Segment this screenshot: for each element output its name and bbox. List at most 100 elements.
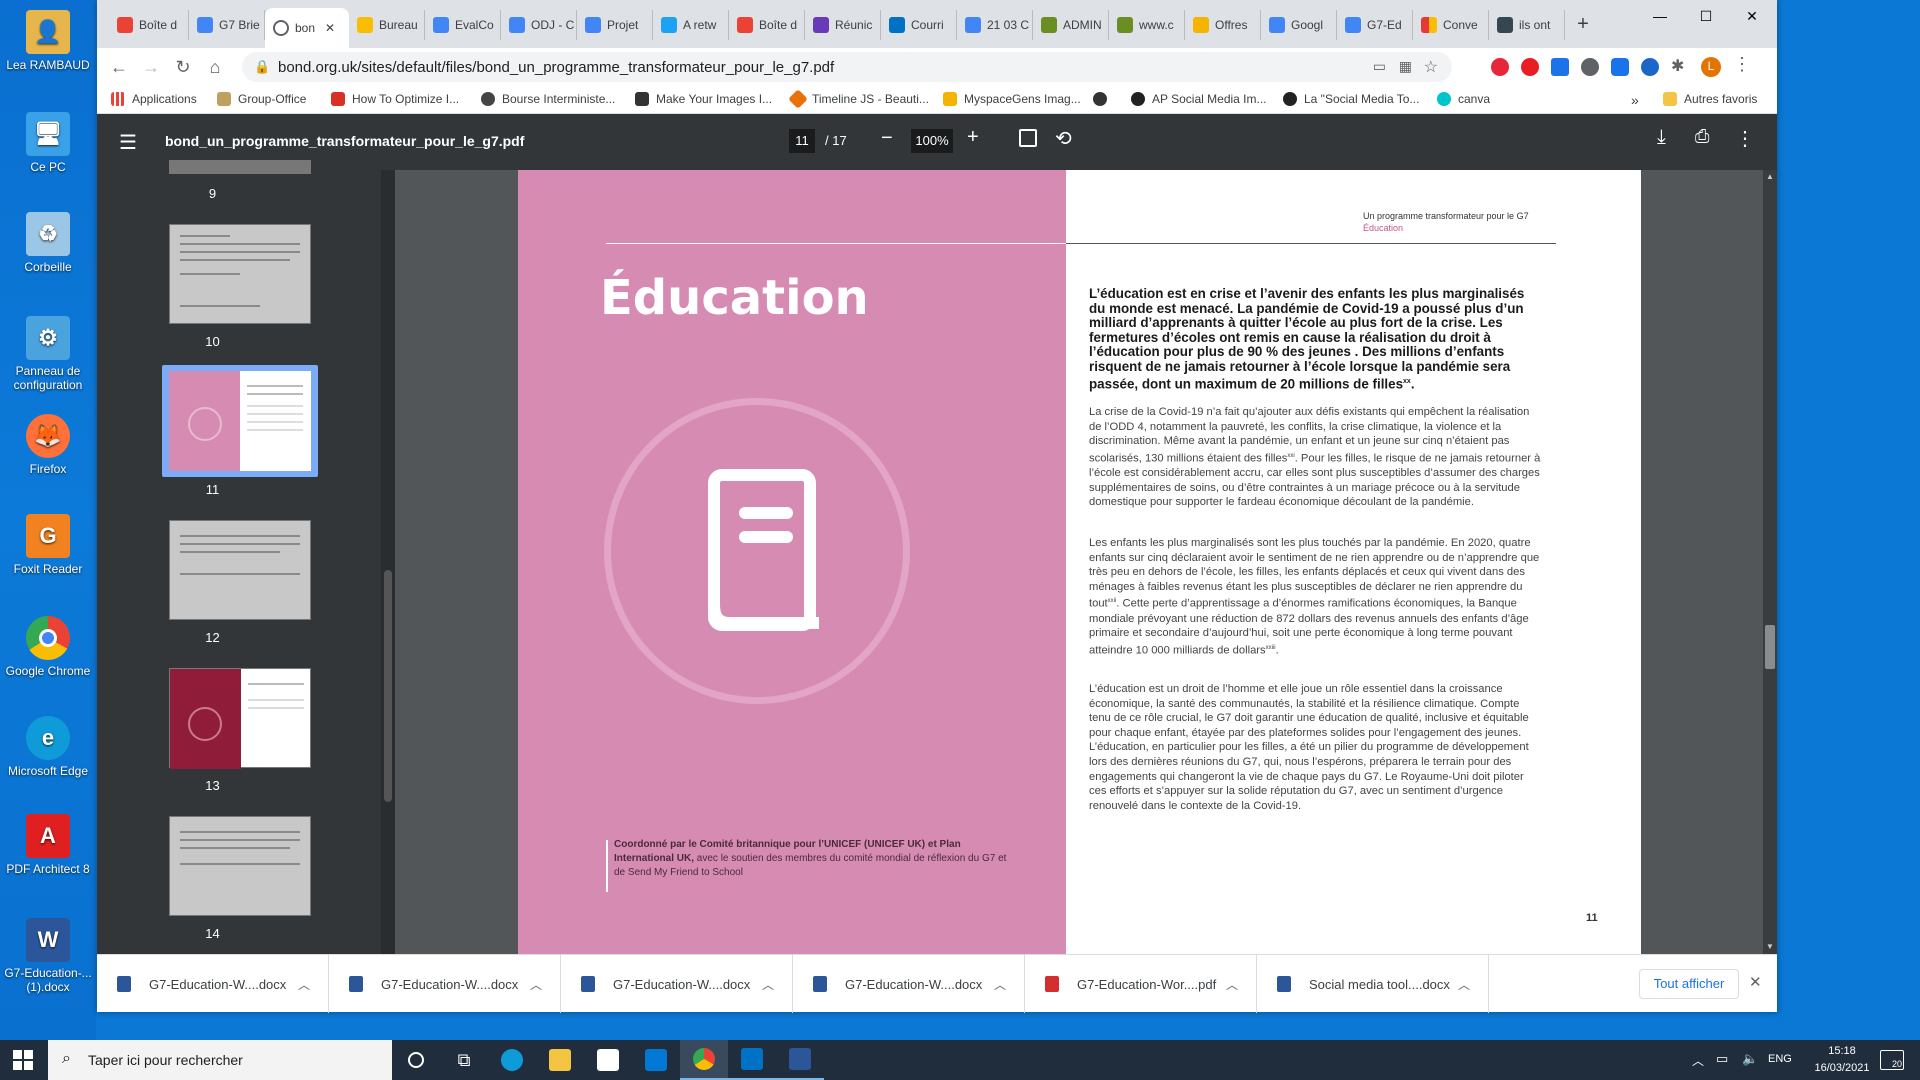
address-bar[interactable]: 🔒 bond.org.uk/sites/default/files/bond_u… — [242, 52, 1452, 82]
browser-tab[interactable]: ADMIN — [1033, 10, 1109, 40]
sidebar-scrollbar-thumb[interactable] — [384, 570, 392, 802]
edge-taskbar-icon[interactable] — [488, 1040, 536, 1080]
bookmark-item[interactable]: Timeline JS - Beauti... — [788, 89, 929, 109]
new-tab-button[interactable]: + — [1567, 8, 1599, 40]
rotate-icon[interactable]: ⟲ — [1055, 126, 1072, 151]
bookmark-item[interactable]: Bourse Interministe... — [481, 92, 615, 106]
desktop-icon-user-folder[interactable]: 👤 Lea RAMBAUD — [2, 10, 94, 72]
browser-tab[interactable]: Boîte d — [729, 10, 805, 40]
chevron-up-icon[interactable]: ︿ — [298, 976, 310, 993]
bookmark-item[interactable]: Group-Office — [217, 92, 306, 106]
sidebar-scrollbar[interactable] — [381, 170, 395, 954]
zoom-level-input[interactable]: 100% — [911, 129, 953, 153]
download-item[interactable]: G7-Education-W....docx ︿ — [97, 955, 329, 1013]
desktop-icon-firefox[interactable]: 🦊 Firefox — [2, 414, 94, 476]
adblock-icon[interactable] — [1491, 58, 1509, 76]
clock-time[interactable]: 15:18 — [1814, 1045, 1870, 1057]
document-scrollbar[interactable]: ▲ ▼ — [1763, 170, 1777, 954]
zoom-out-icon[interactable]: − — [881, 127, 893, 150]
bookmark-item[interactable] — [1093, 92, 1114, 106]
menu-kebab-icon[interactable]: ⋮ — [1733, 54, 1751, 74]
task-view-icon[interactable]: ⧉ — [440, 1040, 488, 1080]
browser-tab[interactable]: Conve — [1413, 10, 1489, 40]
browser-tab[interactable]: Réunic — [805, 10, 881, 40]
notification-center-icon[interactable]: 20 — [1880, 1050, 1904, 1070]
close-tab-icon[interactable]: ✕ — [325, 21, 335, 35]
browser-tab[interactable]: Projet — [577, 10, 653, 40]
print-icon[interactable]: ⎙ — [1695, 126, 1709, 147]
puzzle-extensions-icon[interactable]: ✱ — [1671, 56, 1689, 75]
more-options-icon[interactable]: ⋮ — [1735, 126, 1755, 151]
show-all-downloads-button[interactable]: Tout afficher — [1639, 969, 1739, 999]
volume-icon[interactable]: 🔈 — [1742, 1051, 1758, 1067]
bookmark-item[interactable]: La "Social Media To... — [1283, 92, 1419, 106]
download-item[interactable]: G7-Education-W....docx ︿ — [793, 955, 1025, 1013]
desktop-icon-foxit-reader[interactable]: G Foxit Reader — [2, 514, 94, 576]
desktop-icon-word-document[interactable]: W G7-Education-... (1).docx — [2, 918, 94, 994]
store-icon[interactable] — [584, 1040, 632, 1080]
extension-icon[interactable] — [1551, 58, 1569, 76]
download-item[interactable]: G7-Education-Wor....pdf ︿ — [1025, 955, 1257, 1013]
page-thumbnail[interactable] — [169, 816, 311, 916]
browser-tab[interactable]: ils ont — [1489, 10, 1565, 40]
tray-chevron-up-icon[interactable]: ︿ — [1692, 1052, 1704, 1069]
browser-tab[interactable]: G7 Brie — [189, 10, 265, 40]
chevron-up-icon[interactable]: ︿ — [1226, 976, 1238, 993]
desktop-icon-google-chrome[interactable]: Google Chrome — [2, 616, 94, 678]
browser-tab[interactable]: 21 03 C — [957, 10, 1033, 40]
scroll-up-icon[interactable]: ▲ — [1766, 172, 1774, 181]
desktop-icon-control-panel[interactable]: ⚙ Panneau de configuration — [2, 316, 94, 392]
bookmark-item[interactable]: AP Social Media Im... — [1131, 92, 1267, 106]
browser-tab[interactable]: Boîte d — [109, 10, 189, 40]
browser-tab[interactable]: Offres — [1185, 10, 1261, 40]
browser-tab[interactable]: ODJ - C — [501, 10, 577, 40]
chevron-up-icon[interactable]: ︿ — [994, 976, 1006, 993]
profile-avatar[interactable]: L — [1701, 57, 1721, 77]
browser-tab-active[interactable]: bon ✕ — [265, 8, 349, 48]
cast-icon[interactable]: ▭ — [1373, 58, 1386, 75]
maximize-button[interactable]: ☐ — [1683, 0, 1729, 32]
extension-icon[interactable] — [1641, 58, 1659, 76]
page-number-input[interactable]: 11 — [789, 129, 815, 153]
desktop-icon-this-pc[interactable]: 🖥 Ce PC — [2, 112, 94, 174]
document-scrollbar-thumb[interactable] — [1765, 625, 1775, 669]
download-item[interactable]: G7-Education-W....docx ︿ — [329, 955, 561, 1013]
bookmark-item[interactable]: canva — [1437, 92, 1490, 106]
outlook-taskbar-icon[interactable] — [728, 1040, 776, 1080]
bookmark-star-icon[interactable]: ☆ — [1424, 57, 1438, 77]
page-thumbnail[interactable] — [169, 224, 311, 324]
language-indicator[interactable]: ENG — [1768, 1053, 1792, 1065]
extension-icon[interactable] — [1611, 58, 1629, 76]
browser-tab[interactable]: Courri — [881, 10, 957, 40]
qr-icon[interactable]: ▦ — [1399, 58, 1412, 75]
browser-tab[interactable]: A retw — [653, 10, 729, 40]
browser-tab[interactable]: www.c — [1109, 10, 1185, 40]
chrome-taskbar-icon[interactable] — [680, 1040, 728, 1080]
bookmark-applications[interactable]: Applications — [111, 92, 197, 106]
browser-tab[interactable]: G7-Ed — [1337, 10, 1413, 40]
mail-icon[interactable] — [632, 1040, 680, 1080]
other-bookmarks-folder[interactable]: Autres favoris — [1663, 92, 1757, 106]
back-arrow-icon[interactable]: ← — [105, 53, 133, 81]
desktop-icon-recycle-bin[interactable]: ♻ Corbeille — [2, 212, 94, 274]
taskbar-search-box[interactable]: ⌕ Taper ici pour rechercher — [48, 1040, 392, 1080]
minimize-button[interactable]: — — [1637, 0, 1683, 32]
windows-start-icon[interactable] — [13, 1050, 33, 1070]
page-thumbnail[interactable] — [169, 520, 311, 620]
desktop-icon-microsoft-edge[interactable]: e Microsoft Edge — [2, 716, 94, 778]
clock-date[interactable]: 16/03/2021 — [1808, 1062, 1876, 1074]
extension-icon[interactable] — [1521, 58, 1539, 76]
desktop-icon-pdf-architect[interactable]: A PDF Architect 8 — [2, 814, 94, 876]
home-icon[interactable]: ⌂ — [201, 53, 229, 81]
word-taskbar-icon[interactable] — [776, 1040, 824, 1080]
cortana-icon[interactable] — [392, 1040, 440, 1080]
chevron-up-icon[interactable]: ︿ — [530, 976, 542, 993]
download-item[interactable]: G7-Education-W....docx ︿ — [561, 955, 793, 1013]
bookmark-item[interactable]: Make Your Images I... — [635, 92, 772, 106]
bookmark-item[interactable]: MyspaceGens Imag... — [943, 92, 1081, 106]
browser-tab[interactable]: Googl — [1261, 10, 1337, 40]
browser-tab[interactable]: Bureau — [349, 10, 425, 40]
download-item[interactable]: Social media tool....docx ︿ — [1257, 955, 1489, 1013]
extension-icon[interactable] — [1581, 58, 1599, 76]
hamburger-menu-icon[interactable]: ☰ — [119, 130, 137, 155]
